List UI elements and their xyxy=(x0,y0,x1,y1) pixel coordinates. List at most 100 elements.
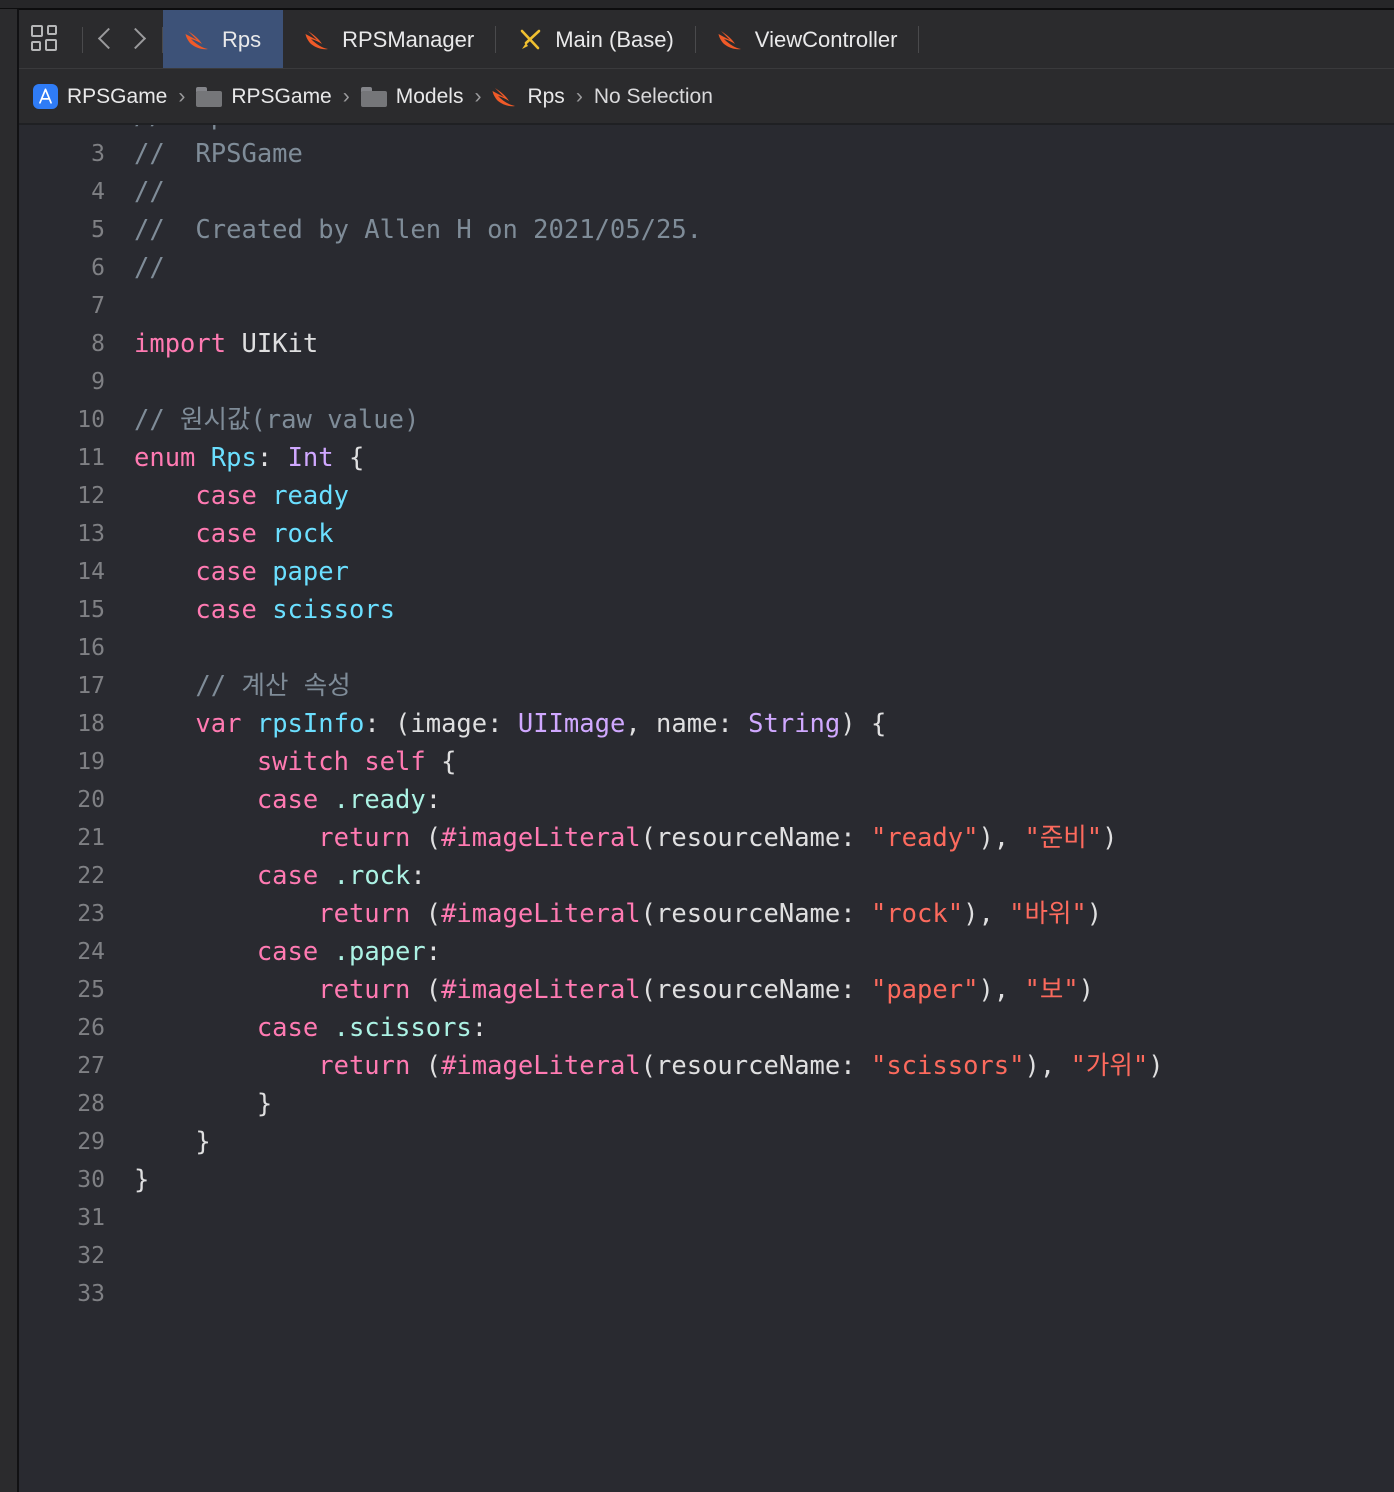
code-token: : xyxy=(256,443,288,473)
code-line[interactable]: 13 case rock xyxy=(19,515,1394,553)
code-text: // 계산 속성 xyxy=(134,667,350,705)
line-number: 33 xyxy=(77,1281,105,1307)
breadcrumb-item-project[interactable]: RPSGame xyxy=(33,84,167,109)
code-lines[interactable]: 2 // Rps.swift 3 // RPSGame 4 // 5 // Created b… xyxy=(19,125,1394,1313)
code-text: case .scissors: xyxy=(134,1009,487,1047)
code-token: case xyxy=(195,595,257,625)
code-line[interactable]: 25 return (#imageLiteral(resourceName: "… xyxy=(19,971,1394,1009)
chevron-left-icon[interactable] xyxy=(92,23,122,57)
code-line[interactable]: 24 case .paper: xyxy=(19,933,1394,971)
code-token: scissors xyxy=(272,595,396,625)
code-token: #imageLiteral xyxy=(441,823,641,853)
breadcrumb-label: Rps xyxy=(527,84,565,108)
code-line[interactable]: 19 switch self { xyxy=(19,743,1394,781)
tab-rpsmanager[interactable]: RPSManager xyxy=(283,10,497,69)
code-line[interactable]: 18 var rpsInfo: (image: UIImage, name: S… xyxy=(19,705,1394,743)
code-line[interactable]: 20 case .ready: xyxy=(19,781,1394,819)
code-token: case xyxy=(195,557,257,587)
code-line[interactable]: 15 case scissors xyxy=(19,591,1394,629)
code-line[interactable]: 32 xyxy=(19,1237,1394,1275)
code-token: ( xyxy=(410,899,442,929)
code-token: UIImage xyxy=(517,709,626,739)
code-token: "가위" xyxy=(1070,1051,1149,1081)
code-line[interactable]: 4 // xyxy=(19,173,1394,211)
code-token: : xyxy=(425,937,442,967)
code-line[interactable]: 3 // RPSGame xyxy=(19,135,1394,173)
line-number: 16 xyxy=(77,635,105,661)
code-line[interactable]: 16 xyxy=(19,629,1394,667)
tab-label: Main (Base) xyxy=(555,26,674,52)
breadcrumb-separator: › xyxy=(575,85,583,108)
code-token: , name: xyxy=(625,709,749,739)
grid-layout-icon[interactable] xyxy=(31,24,61,55)
code-token: case xyxy=(195,519,257,549)
breadcrumb-item-group-rpsgame[interactable]: RPSGame xyxy=(196,85,332,109)
source-editor[interactable]: 2 // Rps.swift 3 // RPSGame 4 // 5 // Created b… xyxy=(19,125,1394,1492)
tab-rps[interactable]: Rps xyxy=(163,10,284,69)
code-line[interactable]: 27 return (#imageLiteral(resourceName: "… xyxy=(19,1047,1394,1085)
code-line[interactable]: 7 xyxy=(19,287,1394,325)
code-line[interactable]: 6 // xyxy=(19,249,1394,287)
code-token: ), xyxy=(963,899,1010,929)
code-text: return (#imageLiteral(resourceName: "roc… xyxy=(134,895,1102,933)
code-line[interactable]: 12 case ready xyxy=(19,477,1394,515)
breadcrumb-item-file-rps[interactable]: Rps xyxy=(492,84,565,109)
code-token: (resourceName: xyxy=(640,1051,871,1081)
code-token: return xyxy=(318,899,411,929)
code-line[interactable]: 31 xyxy=(19,1199,1394,1237)
code-token: return xyxy=(318,975,411,1005)
chevron-right-icon[interactable] xyxy=(122,23,152,57)
folder-icon xyxy=(196,86,223,107)
code-token: "rock" xyxy=(870,899,964,929)
code-line[interactable]: 10 // 원시값(raw value) xyxy=(19,401,1394,439)
tab-main-base[interactable]: Main (Base) xyxy=(496,10,696,69)
code-token: ), xyxy=(978,975,1025,1005)
code-token: (resourceName: xyxy=(640,975,871,1005)
code-token: UIKit xyxy=(226,329,319,359)
code-line[interactable]: 28 } xyxy=(19,1085,1394,1123)
breadcrumb-item-group-models[interactable]: Models xyxy=(360,85,463,109)
code-text: // Rps.swift xyxy=(134,125,334,135)
code-line[interactable]: 26 case .scissors: xyxy=(19,1009,1394,1047)
code-line[interactable]: 11 enum Rps: Int { xyxy=(19,439,1394,477)
code-token: ) xyxy=(1148,1051,1164,1081)
code-line[interactable]: 29 } xyxy=(19,1123,1394,1161)
code-line[interactable]: 30} xyxy=(19,1161,1394,1199)
code-text: } xyxy=(134,1085,272,1123)
code-line[interactable]: 22 case .rock: xyxy=(19,857,1394,895)
code-line[interactable]: 2 // Rps.swift xyxy=(19,125,1394,135)
code-line[interactable]: 23 return (#imageLiteral(resourceName: "… xyxy=(19,895,1394,933)
code-line[interactable]: 17 // 계산 속성 xyxy=(19,667,1394,705)
code-text: return (#imageLiteral(resourceName: "sci… xyxy=(134,1047,1164,1085)
code-line[interactable]: 21 return (#imageLiteral(resourceName: "… xyxy=(19,819,1394,857)
code-line[interactable]: 33 xyxy=(19,1275,1394,1313)
code-token: { xyxy=(425,747,457,777)
code-text: } xyxy=(134,1161,149,1199)
code-line[interactable]: 9 xyxy=(19,363,1394,401)
line-number: 8 xyxy=(91,331,105,357)
tab-viewcontroller[interactable]: ViewController xyxy=(696,10,920,69)
code-token: // xyxy=(134,177,165,207)
code-token: { xyxy=(333,443,365,473)
code-line[interactable]: 8 import UIKit xyxy=(19,325,1394,363)
code-token: Rps xyxy=(210,443,257,473)
code-token: : (image: xyxy=(364,709,518,739)
code-line[interactable]: 14 case paper xyxy=(19,553,1394,591)
code-token: "ready" xyxy=(870,823,979,853)
breadcrumb-item-selection[interactable]: No Selection xyxy=(594,85,713,109)
code-token: ) xyxy=(1086,899,1103,929)
code-token: (resourceName: xyxy=(640,823,871,853)
code-token: switch xyxy=(256,747,349,777)
code-line[interactable]: 5 // Created by Allen H on 2021/05/25. xyxy=(19,211,1394,249)
code-text: enum Rps: Int { xyxy=(134,439,364,477)
